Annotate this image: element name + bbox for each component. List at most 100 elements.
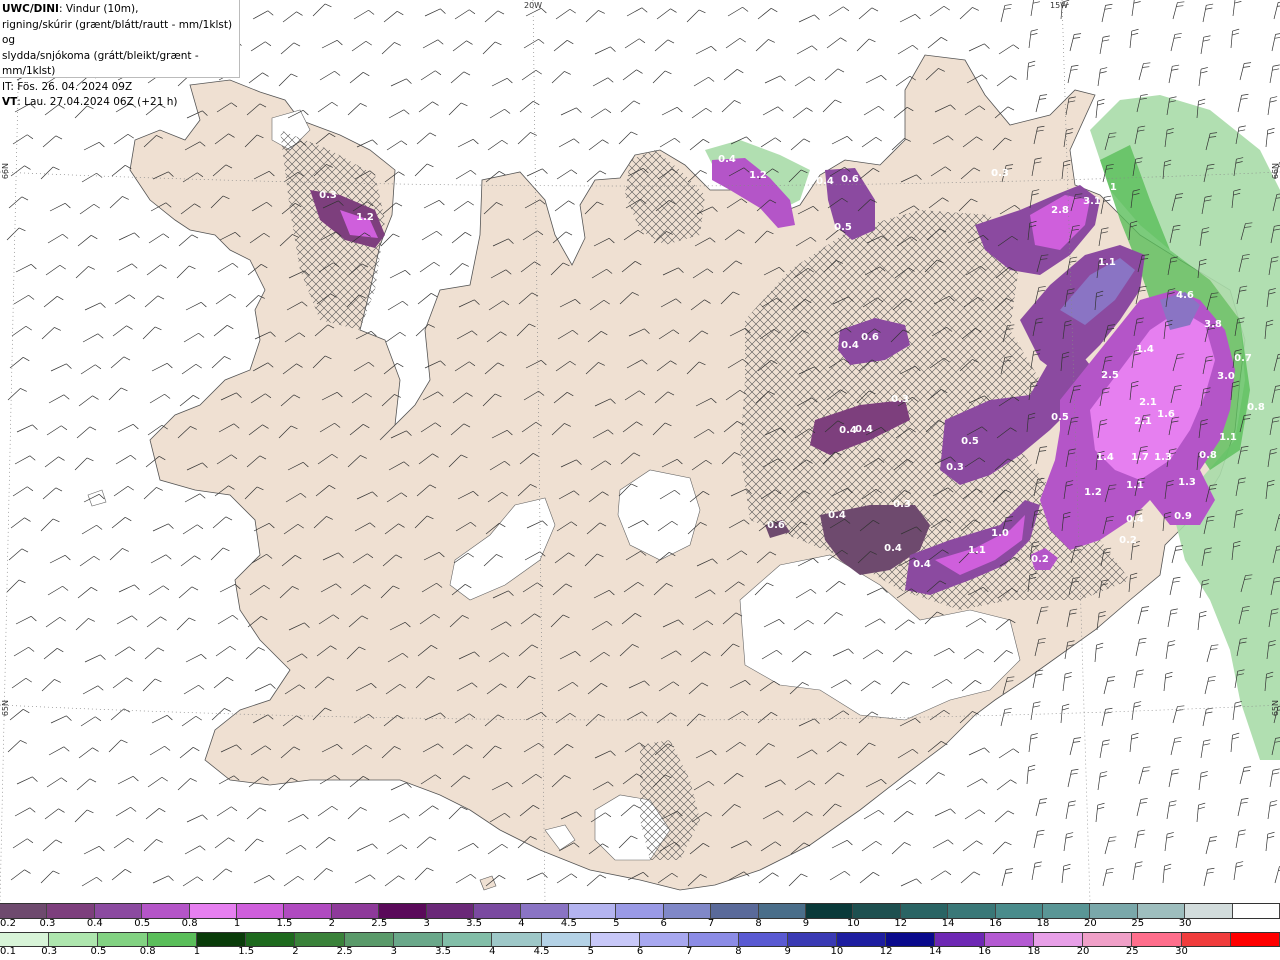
wind-barb bbox=[454, 361, 476, 372]
legend-label: 4.5 bbox=[533, 946, 550, 957]
wind-barb bbox=[180, 555, 201, 567]
wind-barb bbox=[144, 647, 165, 660]
wind-barb bbox=[281, 202, 302, 215]
precip-value-label: 3.0 bbox=[1217, 371, 1235, 382]
wind-barb bbox=[1200, 739, 1211, 759]
wind-barb bbox=[1171, 193, 1184, 212]
wind-barb bbox=[48, 746, 70, 756]
wind-barb bbox=[384, 171, 405, 183]
wind-barb bbox=[517, 836, 537, 849]
wind-barb bbox=[318, 614, 340, 625]
wind-barb bbox=[588, 843, 609, 855]
wind-barb bbox=[147, 424, 168, 436]
wind-barb bbox=[453, 200, 474, 212]
wind-barb bbox=[1167, 608, 1178, 628]
meridian-25w bbox=[0, 0, 21, 902]
wind-barb bbox=[456, 330, 478, 340]
wind-barb bbox=[1273, 353, 1280, 372]
wind-barb bbox=[422, 39, 444, 49]
wind-barb bbox=[280, 746, 301, 759]
wind-barb bbox=[249, 232, 270, 244]
wind-barb bbox=[47, 585, 69, 596]
rain-legend-labels: 0.1 0.3 0.5 0.8 1 1.5 2 2.5 3 3.5 4 4.5 5 6 7 8 9 10 12 14 1… bbox=[0, 946, 1280, 960]
wind-barb bbox=[12, 838, 34, 849]
wind-barb bbox=[729, 327, 751, 337]
wind-barb bbox=[1132, 861, 1143, 881]
wind-barb bbox=[11, 677, 32, 689]
wind-barb bbox=[519, 804, 540, 817]
precip-value-label: 3.1 bbox=[1083, 196, 1101, 207]
wind-barb bbox=[661, 106, 683, 116]
wind-barb bbox=[112, 325, 133, 337]
wind-barb bbox=[1002, 676, 1015, 695]
wind-barb bbox=[1094, 290, 1104, 311]
wind-barb bbox=[1033, 125, 1045, 145]
wind-barb bbox=[552, 231, 573, 244]
wind-barb bbox=[928, 549, 949, 561]
wind-barb bbox=[657, 872, 678, 884]
wind-barb bbox=[1033, 477, 1045, 497]
wind-barb bbox=[7, 740, 27, 753]
precip-value-label: 0.3 bbox=[991, 168, 1009, 179]
wind-barb bbox=[1134, 125, 1146, 145]
wind-barb bbox=[150, 554, 172, 564]
wind-barb bbox=[384, 523, 405, 535]
wind-barb bbox=[146, 264, 167, 276]
wind-barb bbox=[115, 806, 137, 817]
wind-barb bbox=[353, 713, 375, 724]
wind-barb bbox=[1170, 737, 1182, 756]
wind-barb bbox=[1102, 516, 1114, 535]
wind-barb bbox=[1097, 67, 1108, 87]
wind-barb bbox=[250, 393, 272, 404]
precip-value-label: 0.8 bbox=[1247, 402, 1265, 413]
wind-barb bbox=[1239, 62, 1252, 81]
wind-barb bbox=[284, 332, 306, 343]
wind-barb bbox=[968, 43, 990, 52]
wind-barb bbox=[899, 365, 921, 375]
wind-barb bbox=[117, 423, 139, 433]
wind-barb bbox=[624, 742, 646, 753]
wind-barb bbox=[824, 772, 845, 785]
wind-barb bbox=[825, 580, 846, 593]
wind-barb bbox=[316, 293, 337, 305]
wind-barb bbox=[1104, 132, 1117, 151]
wind-barb bbox=[484, 714, 505, 727]
wind-barb bbox=[523, 390, 545, 401]
wind-barb bbox=[414, 163, 434, 177]
wind-barb bbox=[312, 355, 332, 369]
wind-barb bbox=[594, 46, 616, 55]
legend-swatch bbox=[189, 904, 238, 918]
wind-barb bbox=[1265, 479, 1275, 500]
wind-barb bbox=[932, 839, 954, 849]
legend-swatch bbox=[492, 933, 542, 946]
wind-barb bbox=[593, 237, 615, 247]
wind-barb bbox=[43, 647, 64, 660]
header-rain: rigning/skúrir (grænt/blátt/rautt - mm/1… bbox=[2, 18, 233, 47]
wind-barb bbox=[1271, 33, 1280, 52]
wind-barb bbox=[861, 136, 882, 148]
wind-barb bbox=[40, 518, 60, 532]
wind-barb bbox=[890, 681, 910, 695]
wind-barb bbox=[1169, 224, 1181, 244]
wind-barb bbox=[931, 326, 953, 337]
wind-barb bbox=[385, 331, 406, 343]
wind-barb bbox=[992, 489, 1012, 503]
wind-barb bbox=[832, 296, 854, 305]
wind-barb bbox=[321, 39, 343, 49]
wind-barb bbox=[176, 265, 196, 279]
legend-label: 0.3 bbox=[39, 918, 56, 929]
wind-barb bbox=[387, 652, 409, 663]
wind-barb bbox=[118, 584, 140, 593]
wind-barb bbox=[1028, 733, 1038, 753]
wind-barb bbox=[959, 7, 979, 20]
wind-barb bbox=[588, 139, 609, 151]
wind-barb bbox=[657, 520, 678, 532]
wind-barb bbox=[1099, 387, 1110, 407]
wind-barb bbox=[79, 555, 100, 567]
precip-value-label: 0.4 bbox=[816, 176, 834, 187]
wind-barb bbox=[176, 617, 196, 631]
wind-barb bbox=[183, 684, 205, 695]
wind-barb bbox=[1235, 125, 1246, 145]
wind-barb bbox=[761, 649, 783, 660]
wind-barb bbox=[1162, 863, 1172, 884]
